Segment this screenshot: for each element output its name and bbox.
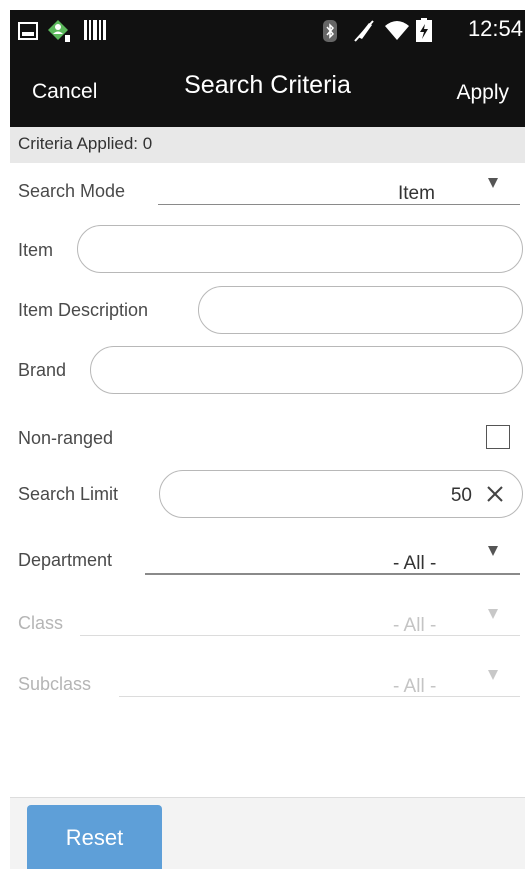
department-underline [145,573,520,575]
class-dropdown-arrow-icon [488,609,498,619]
image-icon [18,22,38,45]
subclass-dropdown: - All - [119,662,520,698]
subclass-label: Subclass [18,674,92,694]
item-description-field[interactable] [198,286,523,335]
barcode-icon [84,20,106,45]
item-input[interactable] [92,226,508,274]
search-mode-value: Item [398,183,435,204]
non-ranged-checkbox[interactable] [486,425,510,449]
criteria-applied-bar: Criteria Applied: 0 [10,127,525,163]
clear-icon[interactable] [486,485,504,503]
subclass-dropdown-arrow-icon [488,670,498,680]
item-description-input[interactable] [213,287,508,335]
department-value: - All - [393,553,437,574]
mute-icon [352,19,376,48]
non-ranged-label: Non-ranged [18,428,114,448]
item-label: Item [18,240,54,260]
class-value: - All - [393,615,437,636]
cancel-button[interactable]: Cancel [32,80,97,104]
footer-bar: Reset [10,797,525,869]
subclass-underline [119,696,520,697]
search-mode-dropdown-arrow-icon [488,178,498,188]
search-mode-label: Search Mode [18,181,126,201]
search-criteria-screen: 12:54 Cancel Search Criteria Apply Crite… [0,0,525,869]
department-dropdown[interactable]: - All - [145,538,520,576]
criteria-applied-text: Criteria Applied: 0 [18,134,153,153]
apply-button[interactable]: Apply [456,81,509,105]
wifi-icon [384,19,410,46]
search-mode-underline [158,204,520,205]
header-bar: Cancel Search Criteria Apply [10,50,525,127]
class-dropdown: - All - [80,601,520,637]
brand-input[interactable] [105,347,508,395]
brand-label: Brand [18,360,67,380]
reset-button[interactable]: Reset [27,805,162,869]
item-field[interactable] [77,225,523,274]
clock-time: 12:54 [467,16,523,41]
contact-badge-icon [46,18,72,49]
department-label: Department [18,550,113,570]
class-underline [80,635,520,636]
department-dropdown-arrow-icon [488,546,498,556]
search-limit-value: 50 [450,485,472,506]
class-label: Class [18,613,64,633]
battery-icon [416,18,432,47]
item-description-label: Item Description [18,300,149,320]
search-limit-label: Search Limit [18,484,119,504]
bluetooth-icon [322,20,338,47]
subclass-value: - All - [393,676,437,697]
search-mode-dropdown[interactable]: Item [158,170,520,206]
brand-field[interactable] [90,346,523,395]
status-bar: 12:54 [10,10,525,50]
search-limit-field[interactable]: 50 [159,470,523,518]
